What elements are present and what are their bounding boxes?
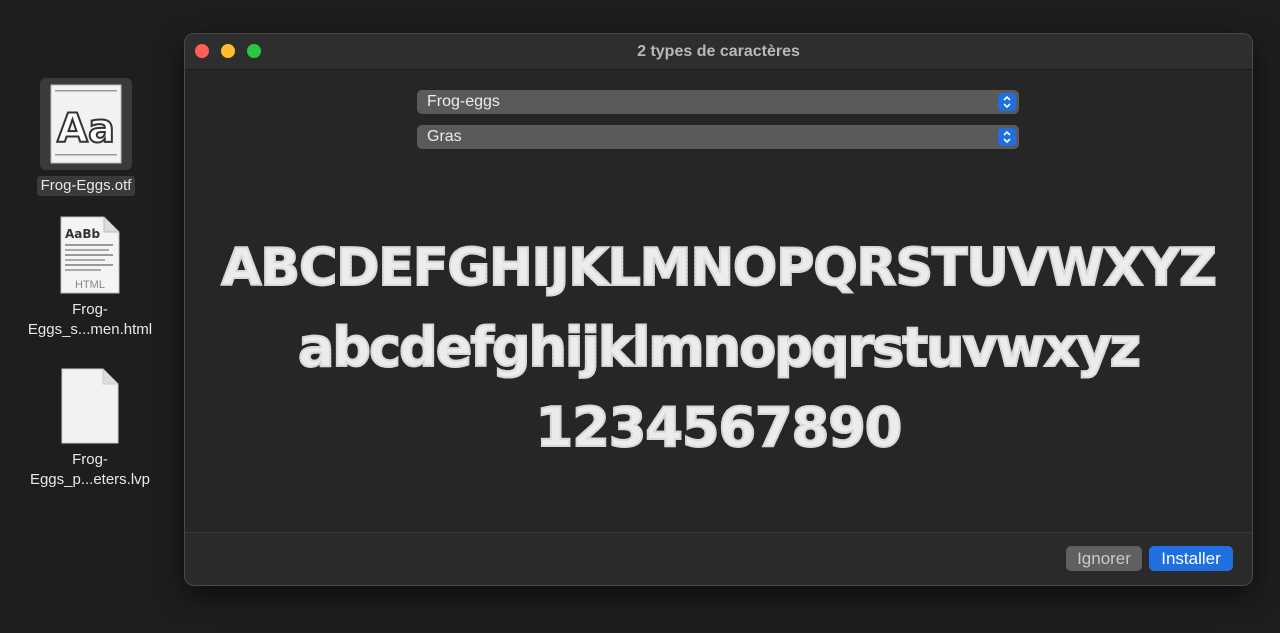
font-file-thumbnail: Aa bbox=[40, 78, 132, 170]
blank-document-icon bbox=[61, 368, 119, 444]
html-file-label: Frog- Eggs_s...men.html bbox=[27, 301, 153, 338]
window-bottom-bar: Ignorer Installer bbox=[185, 532, 1252, 585]
font-style-select[interactable]: Gras bbox=[417, 125, 1019, 149]
window-title: 2 types de caractères bbox=[637, 43, 800, 60]
html-file-thumbnail: AaBb HTML bbox=[15, 216, 165, 294]
lvp-file-label: Frog- Eggs_p...eters.lvp bbox=[29, 451, 151, 488]
desktop: Aa Frog-Eggs.otf AaBb HTML Frog- Eggs_s.… bbox=[0, 0, 1280, 633]
svg-text:AaBb: AaBb bbox=[65, 227, 101, 241]
ignore-button[interactable]: Ignorer bbox=[1066, 546, 1142, 571]
font-file-label: Frog-Eggs.otf bbox=[36, 176, 136, 196]
font-family-select[interactable]: Frog-eggs bbox=[417, 90, 1019, 114]
font-family-value: Frog-eggs bbox=[427, 93, 500, 110]
desktop-icon-font-file[interactable]: Aa Frog-Eggs.otf bbox=[11, 78, 161, 196]
font-install-window: 2 types de caractères Frog-eggs Gras ABC… bbox=[184, 33, 1253, 586]
install-button[interactable]: Installer bbox=[1149, 546, 1233, 571]
window-titlebar[interactable]: 2 types de caractères bbox=[185, 34, 1252, 70]
font-style-value: Gras bbox=[427, 128, 462, 145]
svg-text:HTML: HTML bbox=[75, 279, 105, 291]
sample-lowercase: abcdefghijklmnopqrstuvwxyz bbox=[297, 315, 1142, 380]
svg-text:Aa: Aa bbox=[57, 106, 115, 152]
desktop-icon-lvp-file[interactable]: Frog- Eggs_p...eters.lvp bbox=[15, 368, 165, 490]
lvp-file-thumbnail bbox=[15, 368, 165, 444]
chevron-updown-icon bbox=[998, 93, 1016, 111]
chevron-updown-icon bbox=[998, 128, 1016, 146]
sample-digits: 1234567890 bbox=[535, 395, 904, 460]
html-document-icon: AaBb HTML bbox=[60, 216, 120, 294]
desktop-icon-html-file[interactable]: AaBb HTML Frog- Eggs_s...men.html bbox=[15, 216, 165, 340]
sample-uppercase: ABCDEFGHIJKLMNOPQRSTUVWXYZ bbox=[220, 237, 1218, 299]
font-file-icon: Aa bbox=[50, 84, 122, 164]
